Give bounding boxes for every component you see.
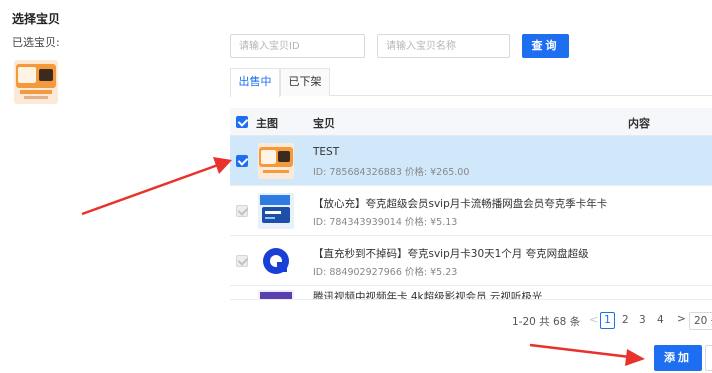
item-name: TEST [313, 146, 340, 158]
item-id-input[interactable] [230, 34, 365, 58]
row-checkbox[interactable] [236, 205, 248, 217]
page-title: 选择宝贝 [12, 12, 61, 26]
item-meta: ID: 784343939014 价格: ¥5.13 [313, 217, 458, 228]
page-4-button[interactable]: 4 [657, 314, 664, 326]
page-1-button[interactable]: 1 [600, 312, 615, 329]
item-thumbnail [258, 143, 294, 179]
item-thumbnail [258, 243, 294, 279]
secondary-button[interactable] [705, 345, 712, 371]
table-header: 主图 宝贝 内容 [230, 108, 712, 136]
item-meta: ID: 785684326883 价格: ¥265.00 [313, 167, 470, 178]
row-checkbox[interactable] [236, 155, 248, 167]
quark-card-icon [14, 60, 58, 104]
item-name-input[interactable] [377, 34, 510, 58]
table-row[interactable]: 腾讯视频中视频年卡 4k超级影视会员 云视听极光 [230, 286, 712, 300]
item-meta: ID: 884902927966 价格: ¥5.23 [313, 267, 458, 278]
tab-off-shelf[interactable]: 已下架 [280, 68, 330, 96]
quark-logo-icon [258, 243, 294, 279]
page-2-button[interactable]: 2 [622, 314, 629, 326]
pagination-total: 1-20 共 68 条 [512, 316, 581, 328]
select-all-checkbox[interactable] [236, 116, 248, 128]
item-name: 【放心充】夸克超级会员svip月卡流畅播网盘会员夸克季卡年卡 [313, 198, 608, 210]
svip-card-icon [258, 193, 294, 229]
selected-item-thumbnail[interactable] [14, 60, 58, 104]
page-3-button[interactable]: 3 [639, 314, 646, 326]
table-row[interactable]: TEST ID: 785684326883 价格: ¥265.00 [230, 136, 712, 186]
status-tabs: 出售中 已下架 [230, 68, 712, 97]
table-row[interactable]: 【直充秒到不掉码】夸克svip月卡30天1个月 夸克网盘超级 ID: 88490… [230, 236, 712, 286]
annotation-arrow-icon [81, 157, 232, 216]
video-card-icon [258, 290, 294, 299]
page-size-select[interactable]: 20 条 [689, 312, 712, 330]
query-button[interactable]: 查询 [522, 34, 569, 58]
column-content: 内容 [628, 117, 650, 130]
selected-items-label: 已选宝贝: [12, 36, 60, 49]
add-button[interactable]: 添加 [654, 345, 702, 371]
column-main-image: 主图 [256, 117, 278, 130]
table-row[interactable]: 【放心充】夸克超级会员svip月卡流畅播网盘会员夸克季卡年卡 ID: 78434… [230, 186, 712, 236]
tab-on-sale[interactable]: 出售中 [230, 68, 280, 97]
next-page-button[interactable]: > [677, 313, 686, 325]
column-item: 宝贝 [313, 117, 335, 130]
item-name: 【直充秒到不掉码】夸克svip月卡30天1个月 夸克网盘超级 [313, 248, 589, 260]
item-thumbnail [258, 193, 294, 229]
prev-page-button[interactable]: < [589, 313, 598, 326]
quark-card-icon [258, 143, 294, 179]
annotation-arrow-icon [529, 343, 645, 366]
row-checkbox[interactable] [236, 255, 248, 267]
item-name: 腾讯视频中视频年卡 4k超级影视会员 云视听极光 [313, 291, 543, 300]
item-thumbnail [258, 290, 294, 299]
